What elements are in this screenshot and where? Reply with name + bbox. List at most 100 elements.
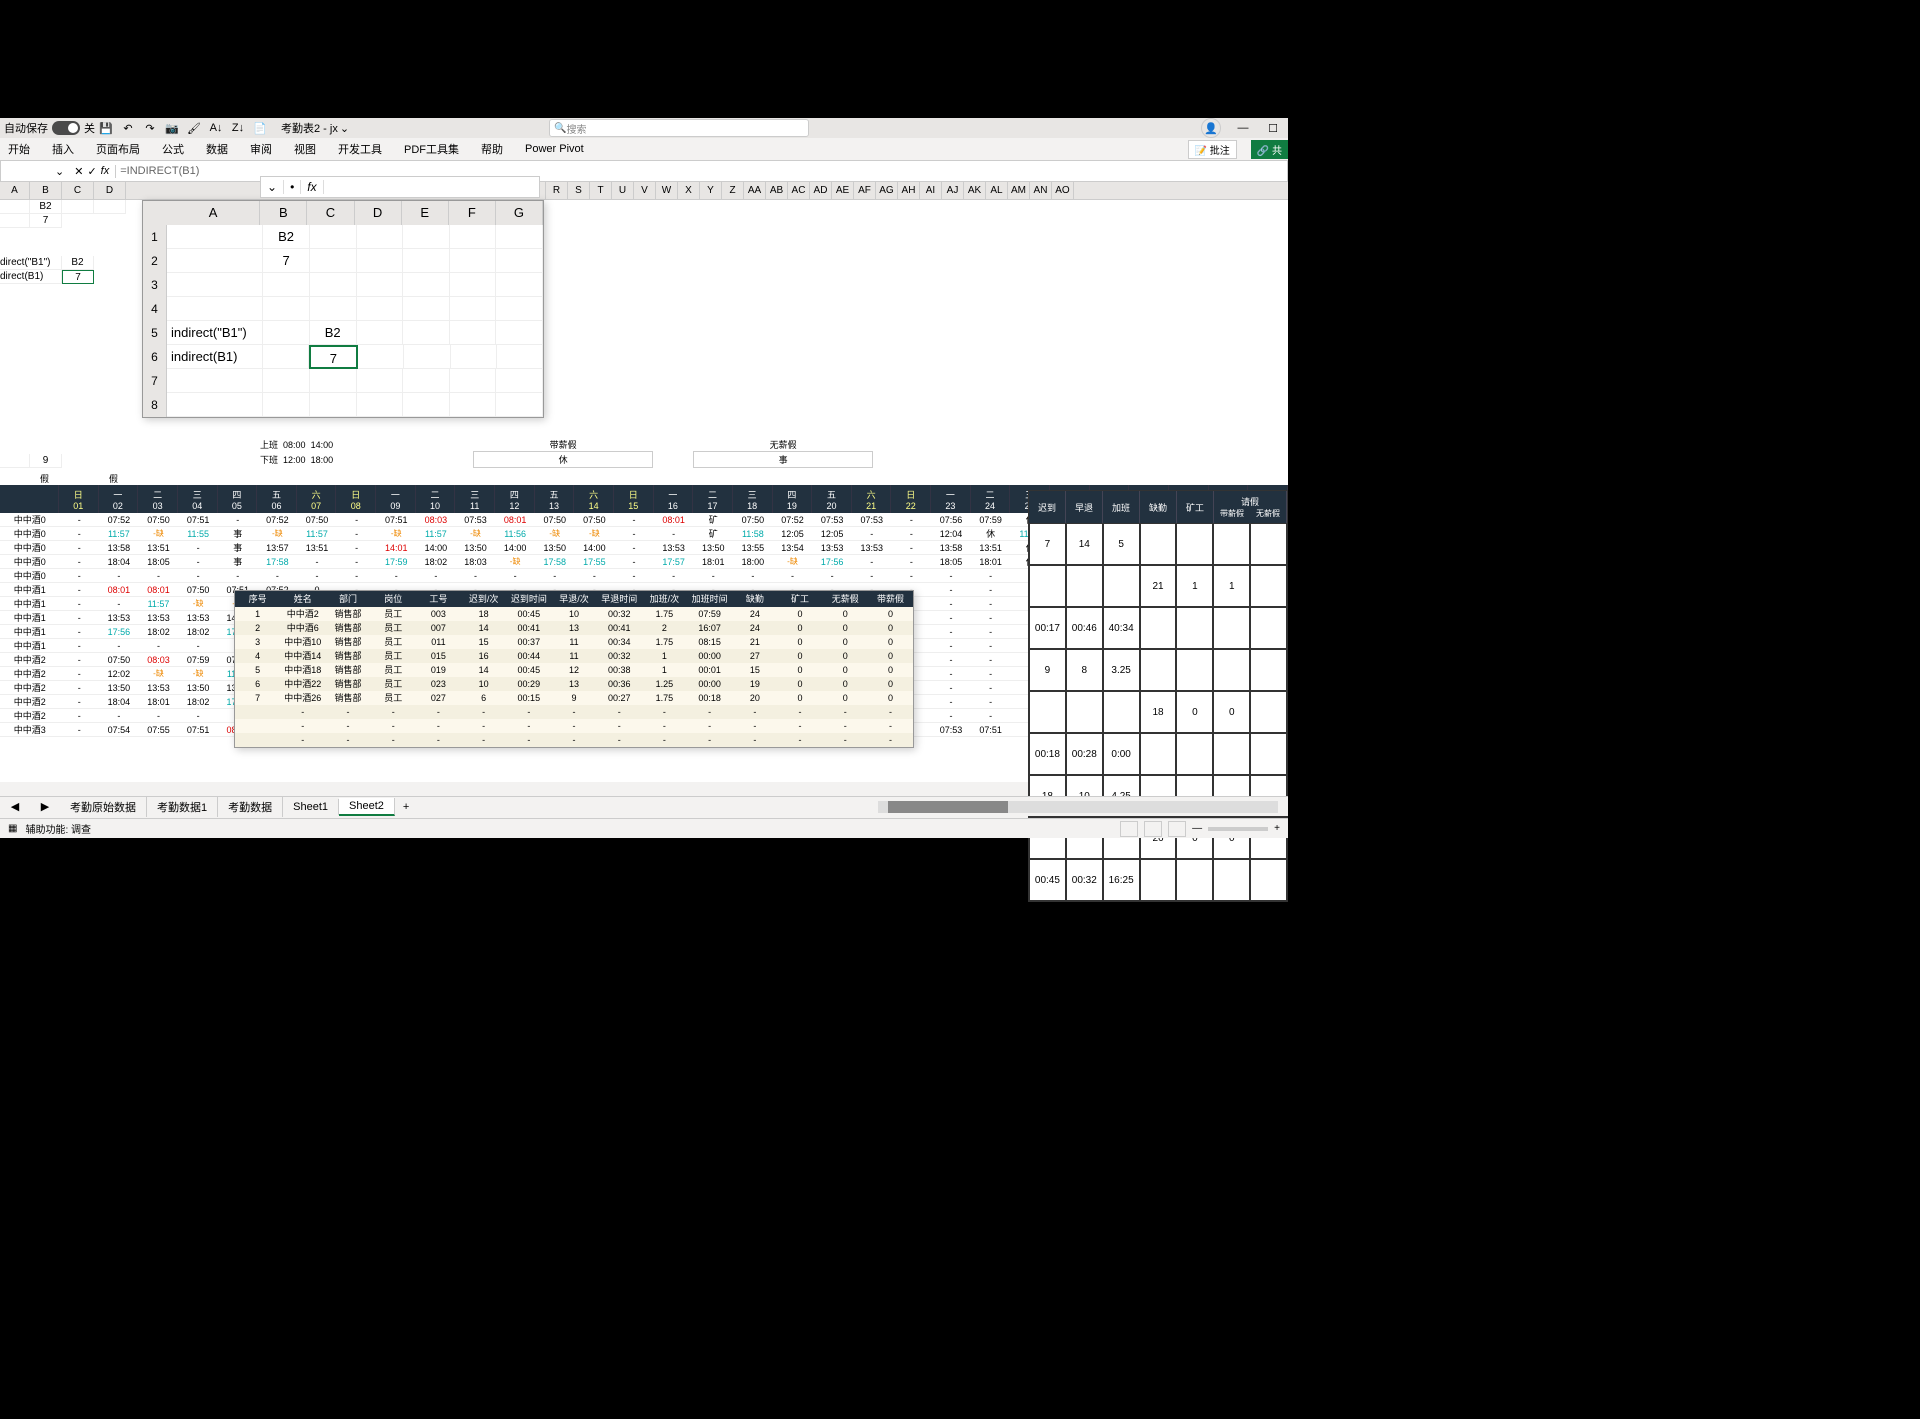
cell[interactable]: indirect(B1) bbox=[167, 345, 263, 369]
cell[interactable] bbox=[167, 393, 263, 417]
column-header[interactable]: AO bbox=[1052, 182, 1074, 199]
column-header[interactable]: D bbox=[94, 182, 126, 199]
cell[interactable] bbox=[167, 249, 263, 273]
ribbon-tab[interactable]: 数据 bbox=[202, 139, 232, 159]
cell[interactable] bbox=[310, 273, 357, 297]
sheet-tab[interactable]: 考勤数据 bbox=[218, 797, 283, 817]
cell[interactable] bbox=[310, 369, 357, 393]
ribbon-tab[interactable]: 开发工具 bbox=[334, 139, 386, 159]
ribbon-tab[interactable]: 页面布局 bbox=[92, 139, 144, 159]
autosave-toggle[interactable] bbox=[52, 121, 80, 135]
table-row[interactable]: 6中中酒22销售部员工0231000:291300:361.2500:00190… bbox=[235, 677, 913, 691]
sheet-nav-prev-icon[interactable]: ◀ bbox=[0, 800, 30, 813]
ribbon-tab[interactable]: 视图 bbox=[290, 139, 320, 159]
cancel-formula-icon[interactable]: ✕ bbox=[74, 165, 83, 178]
cell[interactable] bbox=[310, 249, 357, 273]
cell[interactable] bbox=[404, 345, 450, 369]
cell[interactable] bbox=[450, 249, 497, 273]
cell[interactable] bbox=[357, 369, 404, 393]
cell[interactable] bbox=[450, 273, 497, 297]
column-header[interactable]: AB bbox=[766, 182, 788, 199]
filename-dropdown-icon[interactable]: ⌄ bbox=[340, 122, 349, 135]
cell[interactable]: indirect("B1") bbox=[167, 321, 263, 345]
column-header[interactable]: AN bbox=[1030, 182, 1052, 199]
fx-icon[interactable]: fx bbox=[101, 165, 110, 178]
ribbon-tab[interactable]: 审阅 bbox=[246, 139, 276, 159]
column-header[interactable]: AD bbox=[810, 182, 832, 199]
table-row[interactable]: -------------- bbox=[235, 705, 913, 719]
table-row[interactable]: 5中中酒18销售部员工0191400:451200:38100:0115000 bbox=[235, 663, 913, 677]
camera-icon[interactable]: 📷 bbox=[164, 120, 180, 136]
cell[interactable] bbox=[450, 225, 497, 249]
cell[interactable] bbox=[403, 249, 450, 273]
column-header[interactable]: S bbox=[568, 182, 590, 199]
column-header[interactable]: Y bbox=[700, 182, 722, 199]
cell[interactable] bbox=[496, 321, 543, 345]
name-box-dropdown-icon[interactable]: ⌄ bbox=[51, 165, 68, 178]
cell[interactable] bbox=[403, 273, 450, 297]
cell[interactable] bbox=[357, 273, 404, 297]
overlay-dropdown-icon[interactable]: ⌄ bbox=[261, 180, 284, 194]
column-header[interactable]: U bbox=[612, 182, 634, 199]
cell[interactable]: 7 bbox=[263, 249, 310, 273]
page-icon[interactable]: 📄 bbox=[252, 120, 268, 136]
cell[interactable] bbox=[167, 297, 263, 321]
cell[interactable] bbox=[496, 225, 543, 249]
sort-asc-icon[interactable]: A↓ bbox=[208, 120, 224, 136]
column-header[interactable]: AG bbox=[876, 182, 898, 199]
cell[interactable] bbox=[167, 273, 263, 297]
cell[interactable] bbox=[358, 345, 404, 369]
cell[interactable] bbox=[496, 273, 543, 297]
cell[interactable] bbox=[496, 393, 543, 417]
cell[interactable] bbox=[403, 393, 450, 417]
overlay-fx-icon[interactable]: fx bbox=[301, 180, 323, 194]
column-header[interactable]: B bbox=[30, 182, 62, 199]
table-row[interactable]: 1中中酒2销售部员工0031800:451000:321.7507:592400… bbox=[235, 607, 913, 621]
sheet-tab[interactable]: 考勤原始数据 bbox=[60, 797, 147, 817]
sheet-tab[interactable]: Sheet1 bbox=[283, 799, 339, 815]
column-header[interactable]: X bbox=[678, 182, 700, 199]
user-avatar-icon[interactable]: 👤 bbox=[1201, 118, 1221, 138]
cell[interactable] bbox=[450, 321, 497, 345]
column-header[interactable]: V bbox=[634, 182, 656, 199]
cell[interactable] bbox=[310, 297, 357, 321]
cell[interactable] bbox=[357, 393, 404, 417]
ribbon-tab[interactable]: Power Pivot bbox=[521, 141, 588, 157]
column-header[interactable]: AE bbox=[832, 182, 854, 199]
cell[interactable] bbox=[403, 369, 450, 393]
cell[interactable] bbox=[403, 225, 450, 249]
minimize-icon[interactable]: — bbox=[1235, 120, 1251, 136]
redo-icon[interactable]: ↷ bbox=[142, 120, 158, 136]
column-header[interactable]: T bbox=[590, 182, 612, 199]
cell[interactable] bbox=[496, 369, 543, 393]
cell[interactable] bbox=[263, 393, 310, 417]
maximize-icon[interactable]: ☐ bbox=[1265, 120, 1281, 136]
normal-view-icon[interactable] bbox=[1120, 821, 1138, 837]
cell[interactable] bbox=[450, 297, 497, 321]
cell[interactable] bbox=[167, 369, 263, 393]
column-header[interactable]: AI bbox=[920, 182, 942, 199]
column-header[interactable]: AK bbox=[964, 182, 986, 199]
ribbon-tab[interactable]: 帮助 bbox=[477, 139, 507, 159]
table-row[interactable]: -------------- bbox=[235, 733, 913, 747]
cell[interactable] bbox=[263, 321, 310, 345]
table-row[interactable]: -------------- bbox=[235, 719, 913, 733]
cell[interactable] bbox=[357, 249, 404, 273]
horizontal-scrollbar[interactable] bbox=[878, 801, 1278, 813]
cell[interactable] bbox=[403, 321, 450, 345]
sort-desc-icon[interactable]: Z↓ bbox=[230, 120, 246, 136]
save-icon[interactable]: 💾 bbox=[98, 120, 114, 136]
search-box[interactable]: 🔍 搜索 bbox=[549, 119, 809, 137]
table-row[interactable]: 3中中酒10销售部员工0111500:371100:341.7508:15210… bbox=[235, 635, 913, 649]
sheet-tab-active[interactable]: Sheet2 bbox=[339, 798, 395, 816]
undo-icon[interactable]: ↶ bbox=[120, 120, 136, 136]
column-header[interactable]: A bbox=[0, 182, 30, 199]
zoom-slider[interactable] bbox=[1208, 827, 1268, 831]
cell[interactable]: B2 bbox=[310, 321, 357, 345]
cell[interactable] bbox=[167, 225, 263, 249]
zoom-out-icon[interactable]: — bbox=[1192, 823, 1202, 834]
column-header[interactable]: AM bbox=[1008, 182, 1030, 199]
cell[interactable] bbox=[357, 297, 404, 321]
cell[interactable] bbox=[496, 249, 543, 273]
cell[interactable]: B2 bbox=[263, 225, 310, 249]
